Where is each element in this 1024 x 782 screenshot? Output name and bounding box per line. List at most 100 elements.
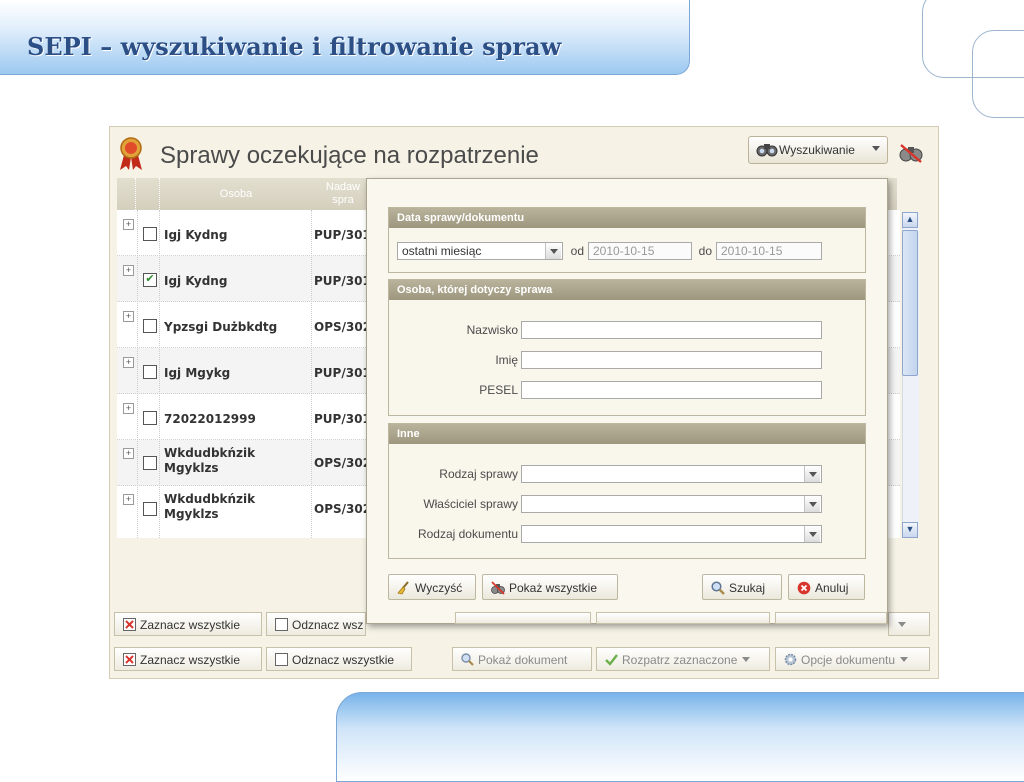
ghost-options-button[interactable] bbox=[888, 612, 930, 636]
row-person-name: Wkdudbkńzik Mgyklzs bbox=[164, 492, 256, 521]
binoculars-icon bbox=[756, 144, 778, 157]
date-from-label: od bbox=[570, 244, 584, 258]
scroll-up-arrow[interactable]: ▲ bbox=[902, 212, 918, 228]
pesel-field[interactable] bbox=[521, 381, 822, 399]
ghost-select-all-button[interactable]: Zaznacz wszystkie bbox=[114, 612, 262, 636]
search-label: Szukaj bbox=[729, 581, 766, 595]
row-sender-code: OPS/302 bbox=[314, 320, 372, 334]
owner-dropdown-arrow[interactable] bbox=[804, 496, 820, 512]
ghost-select-all-label: Zaznacz wszystkie bbox=[140, 618, 241, 632]
expand-icon[interactable]: + bbox=[123, 403, 134, 414]
period-select[interactable]: ostatni miesiąc bbox=[397, 242, 563, 260]
header-expander-col bbox=[117, 178, 136, 210]
corner-decoration bbox=[972, 30, 1024, 118]
panel-title: Sprawy oczekujące na rozpatrzenie bbox=[160, 142, 539, 169]
magnifier-icon bbox=[711, 581, 725, 595]
row-checkbox[interactable] bbox=[143, 227, 157, 241]
show-all-label: Pokaż wszystkie bbox=[509, 581, 598, 595]
row-checkbox[interactable] bbox=[143, 365, 157, 379]
checkmark-icon bbox=[605, 654, 618, 666]
binoculars-clear-icon bbox=[491, 581, 505, 595]
expand-icon[interactable]: + bbox=[123, 494, 134, 505]
row-sender-code: PUP/301 bbox=[314, 274, 371, 288]
document-options-label: Opcje dokumentu bbox=[801, 653, 896, 667]
date-from-field[interactable]: 2010-10-15 bbox=[588, 242, 692, 260]
row-person-name: Ypzsgi Dużbkdtg bbox=[164, 320, 278, 334]
clear-label: Wyczyść bbox=[415, 581, 463, 595]
expand-icon[interactable]: + bbox=[123, 219, 134, 230]
scrollbar-thumb[interactable] bbox=[902, 230, 918, 376]
firstname-field[interactable] bbox=[521, 351, 822, 369]
gear-icon bbox=[784, 653, 797, 666]
surname-label: Nazwisko bbox=[466, 323, 518, 337]
search-button[interactable]: Szukaj bbox=[702, 574, 782, 600]
row-sender-code: PUP/301 bbox=[314, 412, 371, 426]
document-type-select[interactable] bbox=[521, 525, 822, 543]
column-divider bbox=[159, 210, 160, 538]
row-sender-code: OPS/302 bbox=[314, 502, 372, 516]
owner-label: Właściciel sprawy bbox=[423, 497, 518, 511]
deselect-all-label: Odznacz wszystkie bbox=[292, 653, 395, 667]
ghost-process-button bbox=[596, 612, 770, 624]
expand-icon[interactable]: + bbox=[123, 448, 134, 459]
ghost-document-options-button bbox=[775, 612, 887, 624]
process-selected-label: Rozpatrz zaznaczone bbox=[622, 653, 738, 667]
expand-icon[interactable]: + bbox=[123, 265, 134, 276]
row-checkbox[interactable] bbox=[143, 411, 157, 425]
row-person-name: 72022012999 bbox=[164, 412, 256, 426]
select-all-icon bbox=[123, 653, 136, 666]
pesel-label: PESEL bbox=[479, 383, 518, 397]
column-divider bbox=[311, 210, 312, 538]
cancel-icon bbox=[797, 581, 811, 595]
row-person-name: Wkdudbkńzik Mgyklzs bbox=[164, 446, 256, 475]
row-checkbox[interactable] bbox=[143, 502, 157, 516]
show-all-button[interactable]: Pokaż wszystkie bbox=[482, 574, 618, 600]
case-type-dropdown-arrow[interactable] bbox=[804, 466, 820, 482]
row-checkbox[interactable] bbox=[143, 456, 157, 470]
select-all-button[interactable]: Zaznacz wszystkie bbox=[114, 647, 262, 671]
ghost-deselect-all-button[interactable]: Odznacz wsz bbox=[266, 612, 366, 636]
date-section-header: Data sprawy/dokumentu bbox=[389, 208, 865, 228]
chevron-down-icon bbox=[898, 622, 906, 627]
show-document-button[interactable]: Pokaż dokument bbox=[452, 647, 592, 671]
date-to-label: do bbox=[698, 244, 712, 258]
checkmark-icon: ✔ bbox=[145, 273, 155, 285]
document-type-label: Rodzaj dokumentu bbox=[417, 527, 518, 541]
firstname-label: Imię bbox=[495, 353, 518, 367]
document-options-button[interactable]: Opcje dokumentu bbox=[775, 647, 930, 671]
deselect-all-button[interactable]: Odznacz wszystkie bbox=[266, 647, 412, 671]
row-checkbox[interactable] bbox=[143, 319, 157, 333]
broom-icon bbox=[397, 581, 409, 595]
row-sender-code: PUP/301 bbox=[314, 366, 371, 380]
surname-field[interactable] bbox=[521, 321, 822, 339]
row-person-name: Igj Kydng bbox=[164, 228, 228, 242]
header-nadawca[interactable]: Nadaw spra bbox=[313, 178, 373, 213]
case-type-select[interactable] bbox=[521, 465, 822, 483]
owner-select[interactable] bbox=[521, 495, 822, 513]
date-section: Data sprawy/dokumentu bbox=[388, 207, 866, 273]
expand-icon[interactable]: + bbox=[123, 357, 134, 368]
scroll-down-arrow[interactable]: ▼ bbox=[902, 522, 918, 538]
person-section-header: Osoba, której dotyczy sprawa bbox=[389, 280, 865, 300]
search-menu-label: Wyszukiwanie bbox=[779, 143, 855, 157]
row-checkbox[interactable]: ✔ bbox=[143, 273, 157, 287]
expand-icon[interactable]: + bbox=[123, 311, 134, 322]
process-selected-button[interactable]: Rozpatrz zaznaczone bbox=[596, 647, 770, 671]
date-to-field[interactable]: 2010-10-15 bbox=[716, 242, 822, 260]
cancel-button[interactable]: Anuluj bbox=[788, 574, 865, 600]
row-sender-code: OPS/302 bbox=[314, 456, 372, 470]
ghost-options-caret bbox=[893, 618, 906, 632]
clear-button[interactable]: Wyczyść bbox=[388, 574, 476, 600]
chevron-down-icon bbox=[872, 146, 880, 151]
select-all-label: Zaznacz wszystkie bbox=[140, 653, 241, 667]
document-type-dropdown-arrow[interactable] bbox=[804, 526, 820, 542]
other-section-header: Inne bbox=[389, 424, 865, 444]
slide-title: SEPI – wyszukiwanie i filtrowanie spraw bbox=[27, 32, 562, 61]
ghost-show-document-button bbox=[455, 612, 591, 624]
period-dropdown-arrow[interactable] bbox=[545, 243, 561, 259]
header-osoba[interactable]: Osoba bbox=[161, 178, 311, 210]
chevron-down-icon bbox=[900, 657, 909, 662]
column-divider bbox=[137, 210, 138, 538]
show-document-label: Pokaż dokument bbox=[478, 653, 568, 667]
binoculars-clear-icon[interactable] bbox=[898, 142, 924, 164]
